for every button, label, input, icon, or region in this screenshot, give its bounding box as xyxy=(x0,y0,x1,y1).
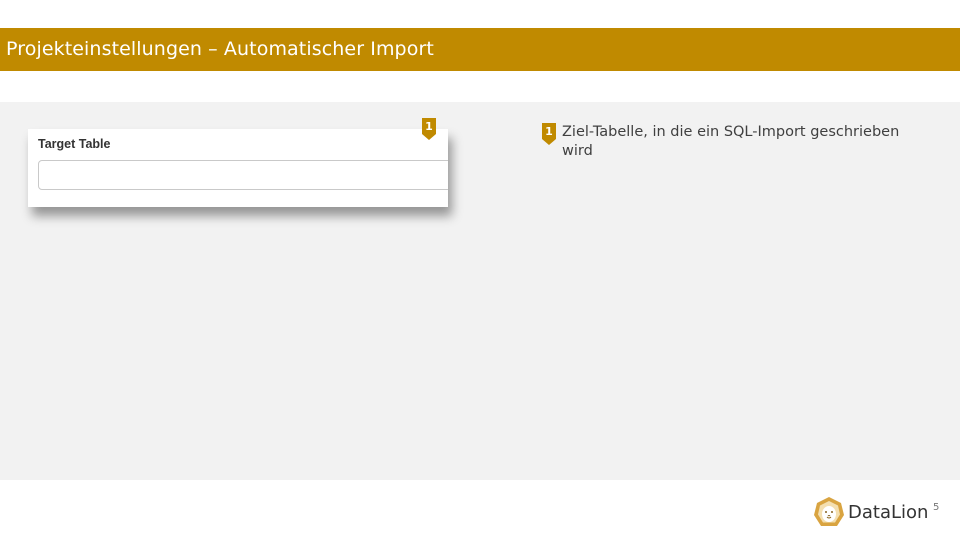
page-title: Projekteinstellungen – Automatischer Imp… xyxy=(6,38,434,60)
lion-head-icon xyxy=(814,497,844,526)
page-number: 5 xyxy=(933,502,940,513)
callout-text: Ziel-Tabelle, in die ein SQL-Import gesc… xyxy=(562,124,900,159)
callout-marker-panel: 1 xyxy=(422,118,436,140)
slide: Projekteinstellungen – Automatischer Imp… xyxy=(0,0,960,540)
target-table-input[interactable] xyxy=(38,160,448,190)
target-table-panel: Target Table xyxy=(28,129,448,207)
title-bar: Projekteinstellungen – Automatischer Imp… xyxy=(0,28,960,71)
callout-marker-note: 1 xyxy=(542,123,556,145)
datalion-logo: DataLion xyxy=(813,495,928,529)
callout-number: 1 xyxy=(545,125,553,138)
callout-number: 1 xyxy=(425,120,433,133)
logo-text: DataLion xyxy=(848,501,929,523)
target-table-label: Target Table xyxy=(38,137,111,151)
